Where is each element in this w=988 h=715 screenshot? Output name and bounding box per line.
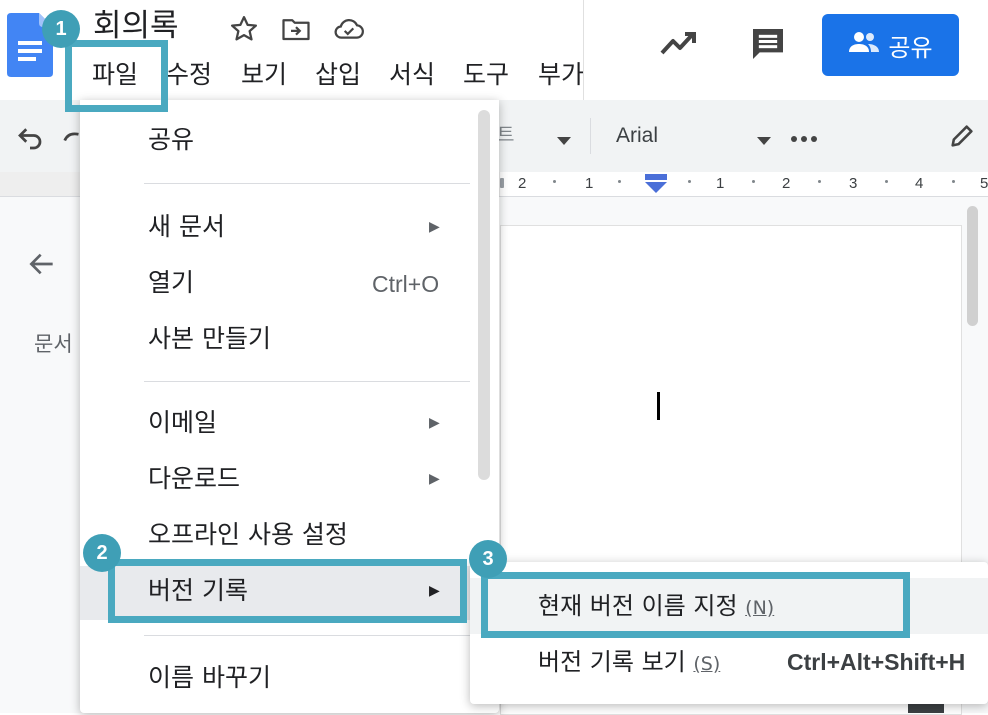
see-version-history-label: 버전 기록 보기 — [538, 648, 686, 676]
menu-view[interactable]: 보기 — [241, 58, 287, 92]
menu-divider — [144, 635, 470, 636]
ruler-dot — [752, 180, 755, 183]
menu-divider — [144, 183, 470, 184]
ruler-tick — [500, 178, 504, 188]
ruler-label: 3 — [849, 175, 858, 192]
more-options-icon[interactable] — [790, 130, 818, 142]
callout-box-name-current-version — [481, 572, 910, 638]
menu-edit[interactable]: 수정 — [166, 58, 212, 92]
see-version-history-mnemonic: (S) — [693, 653, 721, 675]
shortcut-version-history: Ctrl+Alt+Shift+H — [787, 649, 966, 675]
ruler-dot — [688, 180, 691, 183]
ruler-dot — [885, 180, 888, 183]
text-cursor — [657, 392, 660, 420]
submenu-arrow-icon: ▶ — [429, 415, 440, 431]
font-select[interactable]: Arial — [616, 122, 658, 150]
left-indent-marker[interactable] — [644, 174, 668, 194]
ruler-dot — [952, 180, 955, 183]
back-arrow-icon[interactable] — [26, 248, 58, 280]
menu-item-email[interactable]: 이메일 — [148, 406, 217, 440]
toolbar-divider — [590, 118, 591, 154]
ruler-label: 1 — [716, 175, 725, 192]
step-badge-2: 2 — [83, 534, 121, 572]
file-menu-scrollbar[interactable] — [478, 110, 490, 480]
menu-item-rename[interactable]: 이름 바꾸기 — [148, 661, 271, 695]
ruler-label: 1 — [585, 175, 594, 192]
menu-item-open[interactable]: 열기 — [148, 266, 194, 300]
cloud-saved-icon[interactable] — [333, 14, 364, 44]
step-badge-3: 3 — [469, 540, 507, 578]
submenu-arrow-icon: ▶ — [429, 471, 440, 487]
outline-label: 문서 — [34, 332, 73, 356]
step-badge-1: 1 — [42, 10, 80, 48]
activity-trend-icon[interactable] — [659, 27, 699, 61]
menu-insert[interactable]: 삽입 — [315, 58, 361, 92]
ruler-dot — [618, 180, 621, 183]
menu-format[interactable]: 서식 — [389, 58, 435, 92]
menu-addons[interactable]: 부가 — [538, 58, 584, 92]
ruler-dot — [818, 180, 821, 183]
font-dropdown-icon[interactable] — [756, 131, 772, 145]
ruler-label: 2 — [782, 175, 791, 192]
ruler-dot — [553, 180, 556, 183]
menu-item-download[interactable]: 다운로드 — [148, 462, 240, 496]
callout-box-file-menu — [65, 40, 168, 112]
header-divider — [583, 0, 584, 100]
menu-item-offline[interactable]: 오프라인 사용 설정 — [148, 518, 348, 552]
shortcut-open: Ctrl+O — [372, 271, 440, 297]
menu-item-share[interactable]: 공유 — [148, 123, 194, 157]
document-scrollbar[interactable] — [967, 206, 978, 326]
ruler-label: 2 — [518, 175, 527, 192]
menu-tools[interactable]: 도구 — [463, 58, 509, 92]
edit-mode-pencil-icon[interactable] — [948, 121, 976, 151]
people-icon — [848, 31, 880, 59]
star-icon[interactable] — [229, 14, 259, 44]
comment-icon[interactable] — [748, 24, 788, 64]
share-button[interactable]: 공유 — [822, 14, 959, 76]
callout-box-version-history — [108, 559, 467, 623]
ruler-label: 4 — [915, 175, 924, 192]
paragraph-style-select[interactable]: 트 — [497, 121, 514, 149]
redo-icon[interactable] — [62, 123, 80, 153]
share-button-label: 공유 — [888, 33, 933, 62]
submenu-item-see-version-history[interactable]: 버전 기록 보기 (S) — [538, 645, 720, 681]
submenu-arrow-icon: ▶ — [429, 219, 440, 235]
menu-item-new-doc[interactable]: 새 문서 — [148, 210, 225, 244]
menu-divider — [144, 381, 470, 382]
style-dropdown-icon[interactable] — [556, 131, 572, 145]
undo-icon[interactable] — [15, 123, 45, 153]
menu-item-make-copy[interactable]: 사본 만들기 — [148, 322, 271, 356]
move-folder-icon[interactable] — [281, 14, 311, 44]
ruler-label: 5 — [980, 175, 988, 192]
